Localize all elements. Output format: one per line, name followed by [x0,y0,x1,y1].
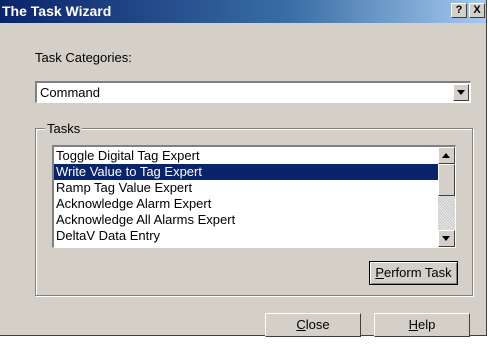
chevron-down-icon [457,90,465,95]
tasks-list-items: Toggle Digital Tag Expert Write Value to … [54,148,438,244]
close-label: lose [305,317,330,332]
perform-task-label: erform Task [384,265,452,280]
tasks-group-label: Tasks [45,121,83,136]
task-categories-value: Command [40,85,100,100]
help-title-button[interactable]: ? [451,3,467,18]
tasks-listbox[interactable]: Toggle Digital Tag Expert Write Value to … [52,145,456,248]
arrow-down-icon [442,236,450,241]
window-title: The Task Wizard [2,3,112,19]
title-bar[interactable]: The Task Wizard ? X [0,0,486,23]
perform-task-mnemonic: P [375,265,384,280]
scroll-thumb[interactable] [438,164,455,196]
task-wizard-dialog: The Task Wizard ? X Task Categories: Com… [0,0,487,337]
help-label: elp [418,317,436,332]
close-button[interactable]: Close [265,313,361,337]
list-item[interactable]: Ramp Tag Value Expert [54,180,438,196]
tasks-scrollbar[interactable] [438,147,455,247]
list-item[interactable]: Acknowledge Alarm Expert [54,196,438,212]
task-categories-combobox[interactable]: Command [35,81,471,103]
help-mnemonic: H [408,317,419,332]
close-title-button[interactable]: X [469,3,485,18]
close-icon: X [473,4,481,16]
scroll-up-button[interactable] [438,147,455,164]
list-item[interactable]: Toggle Digital Tag Expert [54,148,438,164]
perform-task-button[interactable]: Perform Task [369,261,458,285]
task-categories-label: Task Categories: [35,50,132,65]
list-item[interactable]: Acknowledge All Alarms Expert [54,212,438,228]
scroll-down-button[interactable] [438,230,455,247]
combobox-dropdown-button[interactable] [453,84,469,101]
help-button[interactable]: Help [374,313,470,337]
arrow-up-icon [442,153,450,158]
question-mark-icon: ? [455,4,463,16]
list-item[interactable]: Write Value to Tag Expert [54,164,438,180]
close-mnemonic: C [296,317,306,332]
list-item[interactable]: DeltaV Data Entry [54,228,438,244]
